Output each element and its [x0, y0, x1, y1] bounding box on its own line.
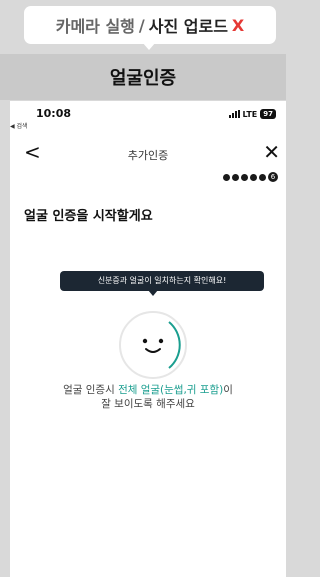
caption-part2: 사진 업로드: [148, 17, 228, 36]
step-indicator: 6: [223, 172, 278, 182]
banner-title: 얼굴인증: [0, 54, 286, 100]
step-dot: [259, 173, 266, 181]
caption-close-mark: X: [231, 15, 245, 35]
status-right: LTE 97: [228, 109, 276, 119]
instruction-text: 얼굴 인증시 전체 얼굴(눈썹,귀 포함)이 잘 보이도록 해주세요: [10, 383, 286, 411]
network-label: LTE: [242, 109, 258, 119]
step-dot: [223, 173, 230, 181]
current-step-badge: 6: [268, 172, 278, 182]
signal-icon: [228, 110, 240, 118]
step-dot: [232, 173, 239, 181]
instruction-highlight: 전체 얼굴(눈썹,귀 포함): [118, 384, 224, 396]
instruction-line1-pre: 얼굴 인증시: [63, 384, 119, 396]
battery-icon: 97: [260, 109, 276, 119]
status-time: 10:08: [36, 107, 72, 120]
caption-bubble-tail: [142, 42, 156, 50]
tooltip-tail: [148, 290, 158, 296]
tooltip: 신분증과 얼굴이 일치하는지 확인해요!: [60, 271, 264, 291]
status-bar: 10:08 ◀ 검색 LTE 97: [10, 101, 286, 130]
face-scan-icon: [119, 311, 187, 379]
instruction-line1: 얼굴 인증시 전체 얼굴(눈썹,귀 포함)이: [10, 383, 286, 397]
headline: 얼굴 인증을 시작할게요: [24, 209, 153, 224]
close-button[interactable]: ✕: [263, 141, 280, 163]
instruction-line1-post: 이: [223, 384, 233, 396]
nav-bar: < 추가인증 ✕: [10, 141, 286, 165]
caption-bubble: 카메라 실행 / 사진 업로드 X: [24, 6, 276, 44]
back-to-app-link[interactable]: ◀ 검색: [10, 121, 28, 130]
instruction-line2: 잘 보이도록 해주세요: [101, 398, 195, 410]
caption-separator: /: [138, 15, 145, 35]
step-dot: [250, 173, 257, 181]
step-dot: [241, 173, 248, 181]
phone-screen: 10:08 ◀ 검색 LTE 97 < 추가인증 ✕ 6 얼굴 인증을 시작할게…: [10, 101, 286, 577]
caption-part1: 카메라 실행: [55, 17, 135, 36]
page-title: 추가인증: [127, 149, 169, 162]
